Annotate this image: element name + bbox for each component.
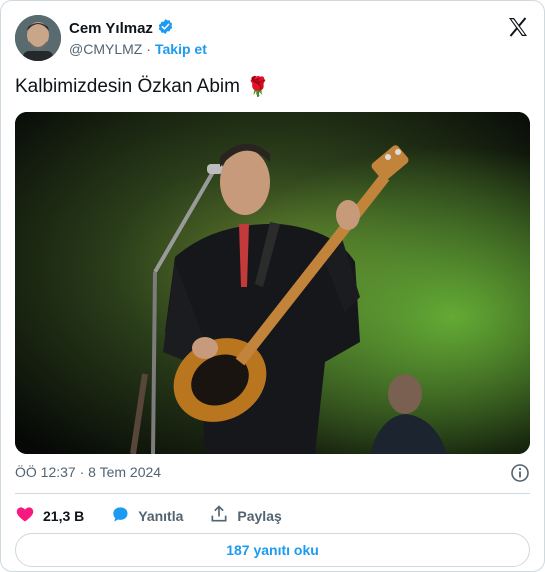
author-name[interactable]: Cem Yılmaz bbox=[69, 20, 153, 37]
tweet-photo[interactable] bbox=[15, 112, 530, 454]
avatar[interactable] bbox=[15, 15, 61, 61]
tweet-card: Cem Yılmaz @CMYLMZ · Takip et Kalbimizde… bbox=[0, 0, 545, 572]
separator-dot: · bbox=[146, 41, 151, 57]
info-icon[interactable] bbox=[510, 463, 530, 483]
reply-label: Yanıtla bbox=[138, 507, 184, 524]
follow-button[interactable]: Takip et bbox=[155, 41, 207, 57]
reply-button[interactable]: Yanıtla bbox=[110, 504, 183, 527]
author-handle[interactable]: @CMYLMZ bbox=[69, 41, 142, 57]
timestamp[interactable]: ÖÖ 12:37 · 8 Tem 2024 bbox=[15, 464, 161, 480]
share-button[interactable]: Paylaş bbox=[209, 504, 282, 527]
tweet-text-row: Kalbimizdesin Özkan Abim 🌹 bbox=[15, 75, 270, 99]
share-label: Paylaş bbox=[237, 507, 282, 524]
x-logo-icon[interactable] bbox=[506, 15, 530, 39]
share-icon bbox=[209, 504, 229, 527]
action-bar: 21,3 B Yanıtla Paylaş bbox=[15, 504, 308, 527]
divider bbox=[15, 493, 530, 494]
reply-bubble-icon bbox=[110, 504, 130, 527]
verified-badge-icon bbox=[157, 18, 174, 39]
read-replies-button[interactable]: 187 yanıtı oku bbox=[15, 533, 530, 567]
like-count: 21,3 B bbox=[43, 507, 85, 524]
heart-icon bbox=[15, 504, 35, 527]
rose-emoji: 🌹 bbox=[245, 77, 270, 98]
author-name-row[interactable]: Cem Yılmaz bbox=[69, 18, 174, 39]
like-button[interactable]: 21,3 B bbox=[15, 504, 84, 527]
handle-row: @CMYLMZ · Takip et bbox=[69, 41, 207, 57]
tweet-text: Kalbimizdesin Özkan Abim bbox=[15, 76, 240, 97]
